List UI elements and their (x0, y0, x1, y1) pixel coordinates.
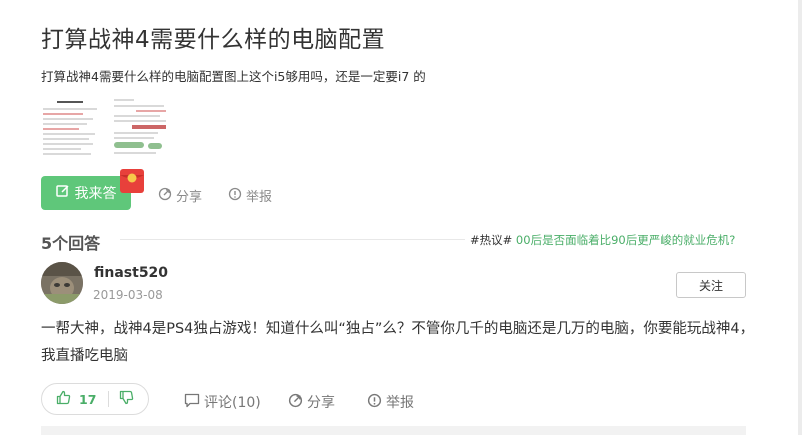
report-answer-button[interactable]: 举报 (367, 392, 414, 412)
comment-icon (184, 393, 200, 412)
hot-topic-tag: #热议# (470, 233, 513, 247)
avatar[interactable] (41, 262, 83, 304)
comment-button[interactable]: 评论(10) (184, 392, 261, 412)
answer-count-heading: 5个回答 (41, 234, 101, 253)
question-image-thumbnail-2[interactable] (112, 96, 172, 158)
vote-control: 17 (41, 383, 149, 415)
answer-user-name[interactable]: finast520 (94, 265, 168, 281)
share-icon (288, 393, 303, 412)
thumbs-up-icon[interactable] (56, 390, 71, 409)
question-description: 打算战神4需要什么样的电脑配置图上这个i5够用吗，还是一定要i7 的 (41, 69, 426, 84)
answer-share-label: 分享 (307, 395, 335, 411)
vote-separator (108, 391, 110, 407)
answer-button[interactable]: 我来答 (41, 176, 131, 210)
scrollbar-track[interactable] (798, 0, 802, 435)
section-divider (120, 239, 465, 240)
answer-content: 一帮大神，战神4是PS4独占游戏！知道什么叫“独占”么？不管你几千的电脑还是几万… (41, 321, 755, 364)
answer-date: 2019-03-08 (93, 288, 163, 302)
share-icon (158, 187, 172, 205)
report-question-button[interactable]: 举报 (228, 186, 272, 205)
report-icon (228, 187, 242, 205)
hot-topic-link[interactable]: #热议# 00后是否面临着比90后更严峻的就业危机? (470, 232, 735, 248)
like-count: 17 (79, 391, 97, 407)
share-question-button[interactable]: 分享 (158, 186, 202, 205)
hot-topic-text: 00后是否面临着比90后更严峻的就业危机? (512, 233, 736, 247)
answer-report-label: 举报 (386, 395, 414, 411)
thumbs-down-icon[interactable] (119, 390, 134, 409)
report-label: 举报 (246, 190, 273, 205)
report-icon (367, 393, 382, 412)
question-image-thumbnail-1[interactable] (41, 96, 101, 158)
answer-button-label: 我来答 (74, 186, 117, 202)
share-answer-button[interactable]: 分享 (288, 392, 335, 412)
edit-icon (55, 184, 70, 202)
red-envelope-icon[interactable] (119, 166, 145, 194)
question-title: 打算战神4需要什么样的电脑配置 (41, 27, 386, 53)
next-answer-preview (41, 426, 746, 435)
comment-label: 评论(10) (204, 395, 261, 411)
follow-button[interactable]: 关注 (676, 272, 746, 298)
share-label: 分享 (176, 190, 203, 205)
